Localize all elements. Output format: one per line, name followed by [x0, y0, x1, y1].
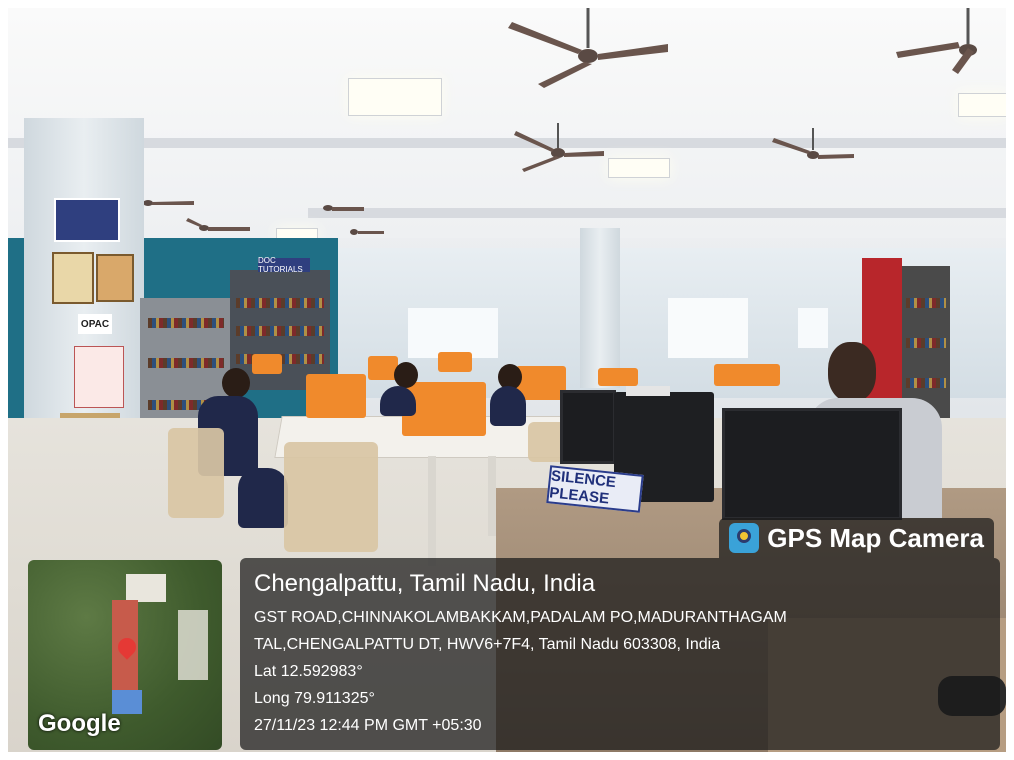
ceiling-beam — [308, 208, 1006, 218]
latitude: Lat 12.592983° — [254, 663, 363, 680]
table-leg — [488, 456, 496, 536]
pillar — [580, 228, 620, 388]
address-line-2: TAL,CHENGALPATTU DT, HWV6+7F4, Tamil Nad… — [254, 636, 721, 653]
ceiling-light — [348, 78, 442, 116]
window — [668, 298, 748, 358]
location-map: Google — [28, 560, 222, 750]
student-head — [222, 368, 250, 398]
computer-monitor — [560, 390, 616, 464]
brand-label: GPS Map Camera — [767, 522, 984, 553]
map-building — [178, 610, 208, 680]
library-photo: OPAC DOC TUTORIALS SILENCE PLEASE GPS Ma… — [8, 8, 1006, 752]
book-row — [906, 298, 946, 308]
desk-divider — [252, 354, 282, 374]
timestamp: 27/11/23 12:44 PM GMT +05:30 — [254, 717, 482, 734]
book-row — [906, 338, 946, 348]
computer-monitor — [722, 408, 902, 520]
window — [798, 308, 828, 348]
desk-divider — [598, 368, 638, 386]
desk-divider — [714, 364, 780, 386]
book-row — [148, 318, 224, 328]
ceiling-fan-icon — [350, 229, 384, 235]
doc-tutorials-sign: DOC TUTORIALS — [258, 256, 310, 274]
ceiling-fan-icon — [508, 8, 668, 88]
wall-calendar — [74, 346, 124, 408]
gps-map-camera-logo-icon — [729, 523, 760, 553]
location-title: Chengalpattu, Tamil Nadu, India — [254, 570, 596, 597]
map-attribution: Google — [38, 710, 121, 737]
map-building — [126, 574, 166, 602]
gps-map-camera-brand: GPS Map Camera — [719, 518, 994, 558]
ceiling-fan-icon — [772, 128, 854, 159]
book-row — [236, 298, 324, 308]
framed-picture — [96, 254, 134, 302]
location-info-panel: Chengalpattu, Tamil Nadu, India GST ROAD… — [240, 558, 1000, 750]
student-legs — [238, 468, 288, 528]
ceiling-fan-icon — [514, 123, 604, 172]
table-leg — [428, 456, 436, 566]
student — [380, 386, 416, 416]
student — [490, 386, 526, 426]
framed-picture — [52, 252, 94, 304]
address-line-1: GST ROAD,CHINNAKOLAMBAKKAM,PADALAM PO,MA… — [254, 609, 787, 626]
chair — [168, 428, 224, 518]
ceiling-light — [608, 158, 670, 178]
ceiling-light — [958, 93, 1006, 117]
book-row — [148, 358, 224, 368]
desk-divider — [438, 352, 472, 372]
ceiling-fan-icon — [896, 8, 977, 74]
book-row — [906, 378, 946, 388]
opac-sign: OPAC — [78, 314, 112, 334]
book-row — [236, 326, 324, 336]
chair — [284, 442, 378, 552]
student-head — [394, 362, 418, 388]
desk-item — [626, 386, 670, 396]
librarian-head — [828, 342, 876, 402]
notice-board — [54, 198, 120, 242]
desk-divider — [306, 374, 366, 418]
window — [408, 308, 498, 358]
longitude: Long 79.911325° — [254, 690, 375, 707]
